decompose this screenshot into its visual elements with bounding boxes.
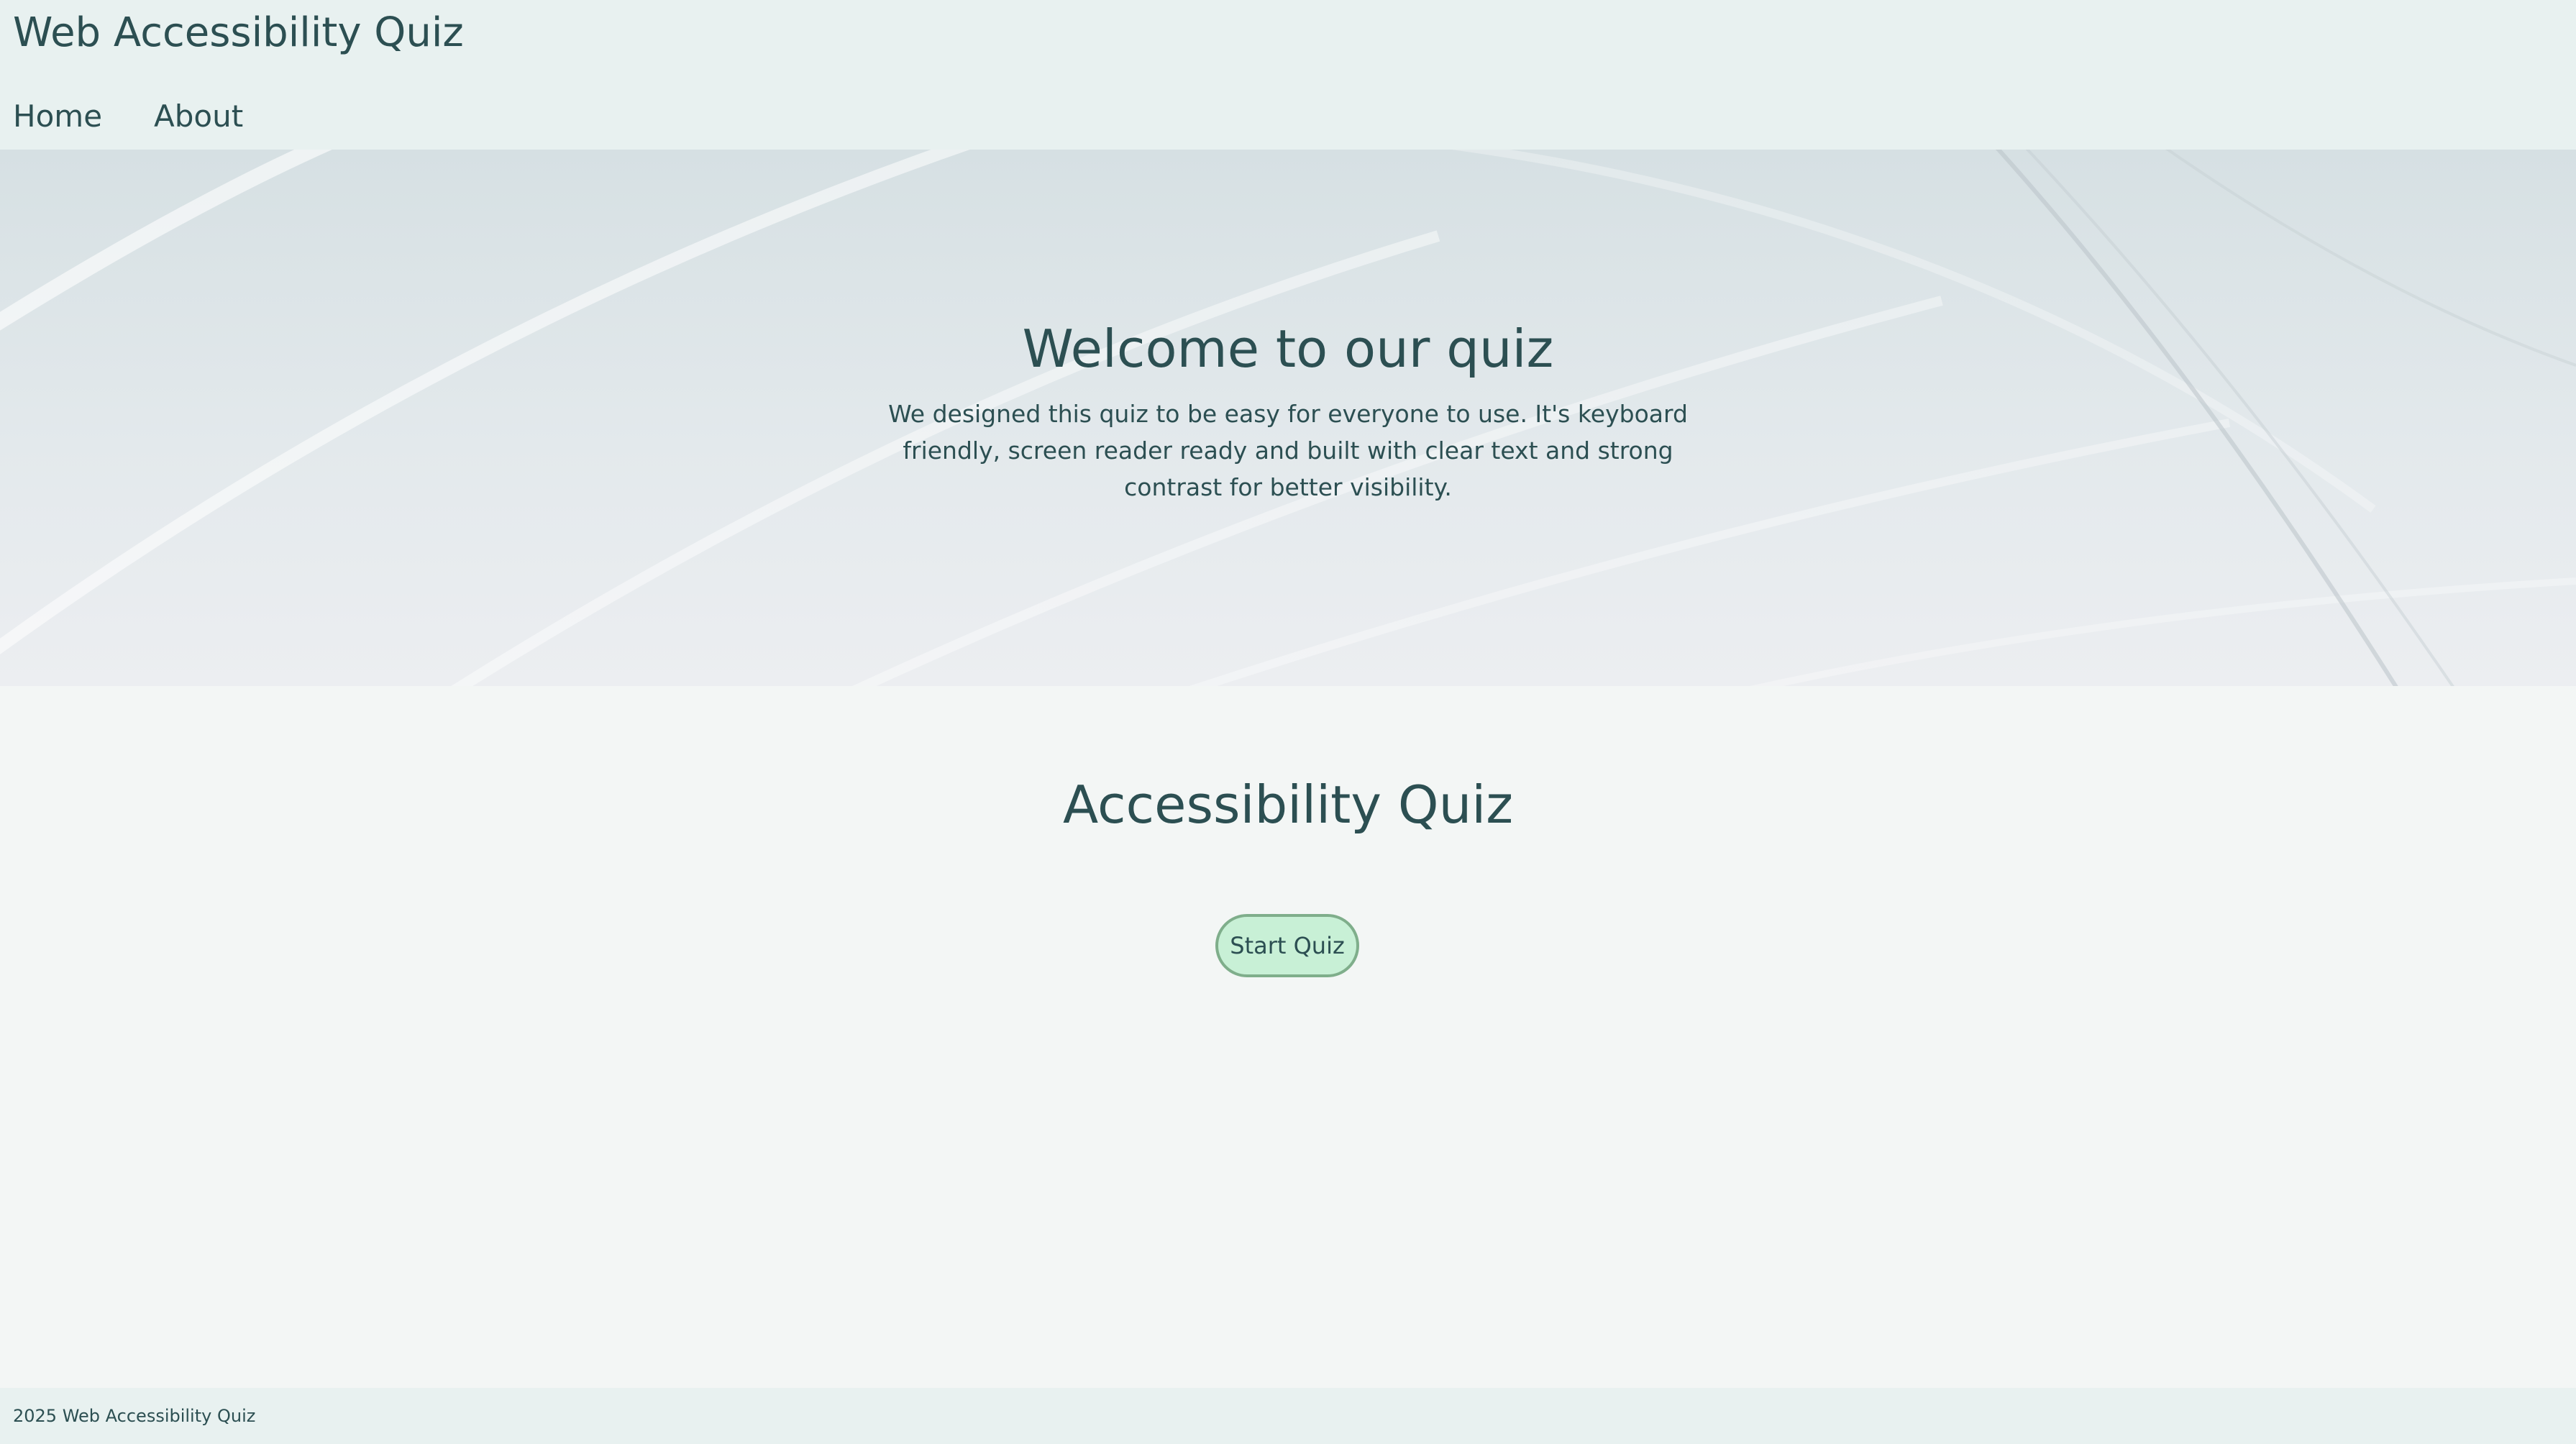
- hero-title: Welcome to our quiz: [1022, 319, 1554, 379]
- start-quiz-button[interactable]: Start Quiz: [1215, 914, 1359, 977]
- site-footer: 2025 Web Accessibility Quiz: [0, 1388, 2576, 1444]
- main-nav: Home About: [13, 96, 243, 137]
- site-header: Web Accessibility Quiz Home About: [0, 0, 2576, 150]
- nav-link-about[interactable]: About: [154, 96, 243, 137]
- footer-copyright: 2025 Web Accessibility Quiz: [13, 1406, 256, 1426]
- quiz-title: Accessibility Quiz: [1062, 774, 1514, 835]
- hero-description: We designed this quiz to be easy for eve…: [888, 400, 1688, 501]
- page: Web Accessibility Quiz Home About Welcom…: [0, 0, 2576, 1444]
- nav-link-home[interactable]: Home: [13, 96, 102, 137]
- hero-section: Welcome to our quiz We designed this qui…: [0, 150, 2576, 686]
- hero-content: Welcome to our quiz We designed this qui…: [857, 316, 1719, 506]
- main-content: Accessibility Quiz Start Quiz: [0, 686, 2576, 1388]
- site-title: Web Accessibility Quiz: [13, 9, 464, 56]
